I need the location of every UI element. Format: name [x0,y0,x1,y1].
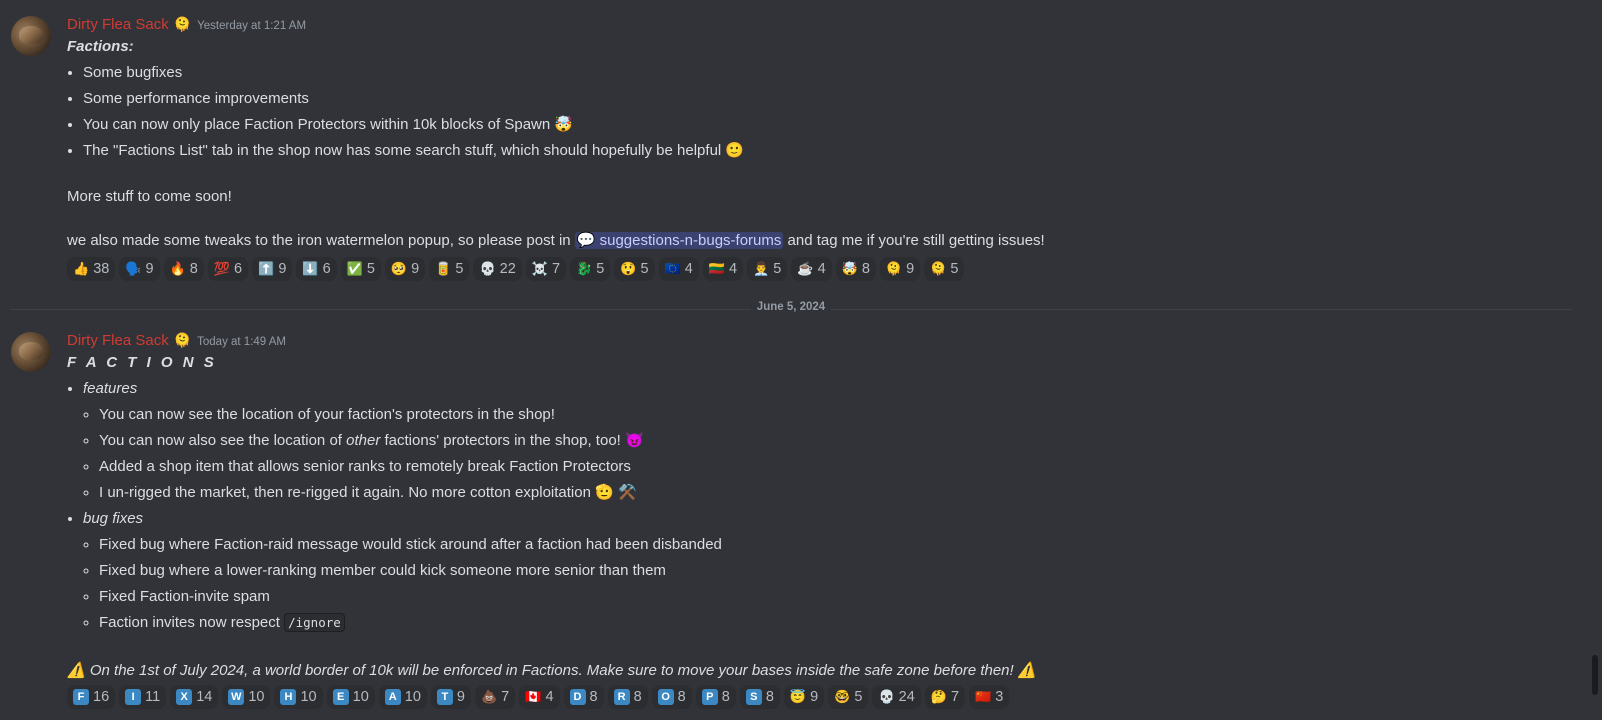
message-title: Factions: [67,38,134,55]
list-item: You can now only place Faction Protector… [83,112,1167,138]
date-divider: June 5, 2024 [10,301,1572,313]
list-item-text: Faction invites now respect [99,614,285,631]
reaction[interactable]: S8 [739,685,780,709]
reactions-bar: F 16 I 11 X 14 W 10 H 10 E 10 A 10 T9 💩 7 🇨🇦 4 D8… [67,685,1010,709]
author-avatar[interactable] [11,332,51,372]
reaction[interactable]: 🇪🇺 4 [658,257,699,281]
channel-mention[interactable]: 💬 suggestions-n-bugs-forums [574,232,784,249]
list-item-bugfixes: bug fixes Fixed bug where Faction-raid m… [83,506,1167,636]
reaction[interactable]: 🔥 8 [163,257,204,281]
reaction[interactable]: 😲 5 [614,257,655,281]
message-content: Factions: Some bugfixes Some performance… [67,34,1167,254]
reaction[interactable]: 🗣️ 9 [119,257,160,281]
list-item: Fixed bug where a lower-ranking member c… [99,558,1167,584]
author-name[interactable]: Dirty Flea Sack [67,16,169,33]
message-content: F A C T I O N S features You can now see… [67,350,1167,684]
timestamp[interactable]: Yesterday at 1:21 AM [197,20,306,32]
inline-code: /ignore [284,613,345,632]
list-item: Some bugfixes [83,60,1167,86]
reaction[interactable]: ⬇️ 6 [296,257,337,281]
reaction[interactable]: O8 [651,685,692,709]
paragraph-text: we also made some tweaks to the iron wat… [67,232,575,249]
reaction[interactable]: 💀 22 [473,257,522,281]
list-item: The "Factions List" tab in the shop now … [83,138,1167,164]
reaction[interactable]: 🇱🇹 4 [702,257,744,281]
list-item: I un-rigged the market, then re-rigged i… [99,480,1167,506]
paragraph: we also made some tweaks to the iron wat… [67,228,1167,254]
reaction[interactable]: F 16 [67,685,116,709]
list-item-text: factions' protectors in the shop, too! 😈 [380,432,644,449]
reaction[interactable]: 😇 9 [783,685,825,709]
reaction[interactable]: ✅ 5 [340,257,381,281]
list-item: Some performance improvements [83,86,1167,112]
reaction[interactable]: 🤔 7 [924,685,966,709]
paragraph-text: and tag me if you're still getting issue… [783,232,1045,249]
author-avatar[interactable] [11,16,51,56]
bullet-list: features You can now see the location of… [67,376,1167,636]
paragraph: More stuff to come soon! [67,188,232,205]
timestamp[interactable]: Today at 1:49 AM [197,336,286,348]
list-item-text: You can now also see the location of [99,432,347,449]
bullet-list: Some bugfixes Some performance improveme… [67,60,1167,164]
reactions-bar: 👍 38 🗣️ 9 🔥 8 💯 6 ⬆️ 9 ⬇️ 6 ✅ 5 🥺 9 🥫 5 💀 22 ☠️ 7 🐉… [67,257,965,281]
reaction[interactable]: 🫠 9 [879,257,921,281]
reaction[interactable]: 🤯 8 [835,257,876,281]
list-item: Fixed Faction-invite spam [99,584,1167,610]
message-header: Dirty Flea Sack 🫠 Yesterday at 1:21 AM [67,16,306,33]
reaction[interactable]: ⬆️ 9 [252,257,293,281]
reaction[interactable]: 🥺 9 [384,257,426,281]
reaction[interactable]: A 10 [378,685,427,709]
list-item: Fixed bug where Faction-raid message wou… [99,532,1167,558]
message-header: Dirty Flea Sack 🫠 Today at 1:49 AM [67,332,286,349]
reaction[interactable]: 🐉 5 [570,257,611,281]
date-divider-label: June 5, 2024 [750,301,832,313]
reaction[interactable]: 🤓 5 [828,685,869,709]
section-label: bug fixes [83,510,144,527]
reaction[interactable]: 🇨🇳 3 [969,685,1010,709]
message-title: F A C T I O N S [67,354,217,371]
reaction[interactable]: 💯 6 [207,257,249,281]
author-name[interactable]: Dirty Flea Sack [67,332,169,349]
reaction[interactable]: 🇨🇦 4 [519,685,560,709]
list-item: Added a shop item that allows senior ran… [99,454,1167,480]
notice-text: ⚠️ On the 1st of July 2024, a world bord… [67,662,1037,679]
sub-list: You can now see the location of your fac… [83,402,1167,506]
reaction[interactable]: X 14 [170,685,219,709]
list-item-features: features You can now see the location of… [83,376,1167,506]
reaction[interactable]: W 10 [222,685,271,709]
reaction[interactable]: 👍 38 [67,257,116,281]
reaction[interactable]: ☠️ 7 [525,257,567,281]
reaction[interactable]: ☕ 4 [791,257,832,281]
reaction[interactable]: D8 [563,685,604,709]
list-item: You can now see the location of your fac… [99,402,1167,428]
sub-list: Fixed bug where Faction-raid message wou… [83,532,1167,636]
section-label: features [83,380,138,397]
reaction[interactable]: 💀 24 [872,685,921,709]
reaction[interactable]: R8 [607,685,648,709]
list-item: You can now also see the location of oth… [99,428,1167,454]
reaction[interactable]: E 10 [326,685,375,709]
reaction[interactable]: 💩 7 [474,685,516,709]
reaction[interactable]: 🫠 5 [924,257,965,281]
reaction[interactable]: P8 [695,685,736,709]
scrollbar-thumb[interactable] [1592,655,1598,695]
reaction[interactable]: 👨‍💼 5 [747,257,788,281]
list-item-emphasis: other [346,432,381,449]
reaction[interactable]: H 10 [274,685,323,709]
reaction[interactable]: I 11 [119,685,167,709]
reaction[interactable]: 🥫 5 [429,257,470,281]
role-icon: 🫠 [173,333,192,349]
list-item: Faction invites now respect /ignore [99,610,1167,636]
role-icon: 🫠 [173,17,192,33]
reaction[interactable]: T9 [430,685,471,709]
